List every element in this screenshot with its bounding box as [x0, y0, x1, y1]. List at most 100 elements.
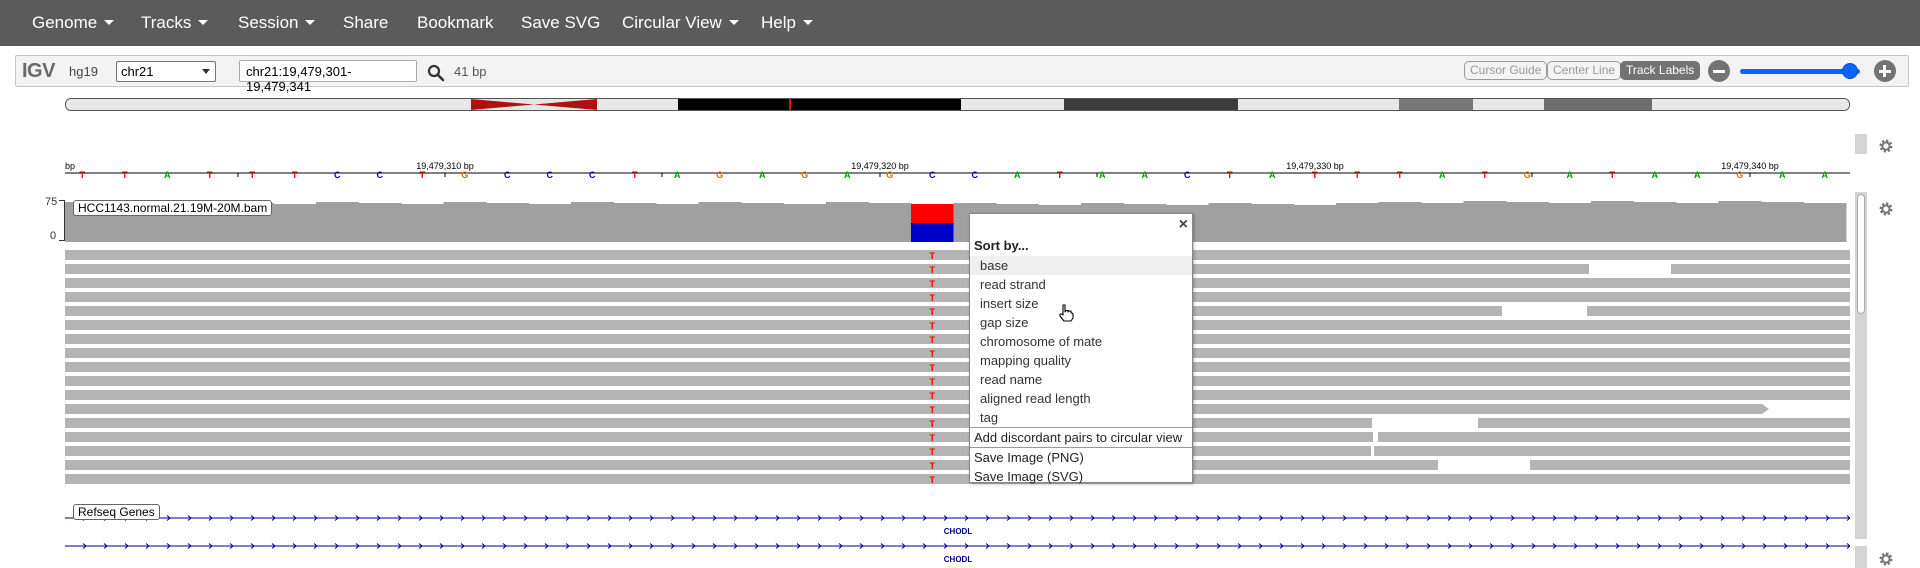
genome-label: hg19 [69, 64, 98, 79]
sequence-base: T [1610, 170, 1616, 180]
mismatch-base: T [930, 265, 936, 275]
sort-option-base[interactable]: base [970, 256, 1192, 275]
igv-browser: IGV hg19 chr21 chr21:19,479,301-19,479,3… [0, 46, 1920, 568]
sequence-base: G [801, 170, 808, 180]
search-icon[interactable] [427, 64, 445, 82]
coverage-bar [316, 202, 359, 242]
mismatch-base: T [930, 447, 936, 457]
sequence-base: T [1057, 170, 1063, 180]
locus-search-input[interactable]: chr21:19,479,301-19,479,341 [239, 60, 417, 94]
sequence-base: A [1099, 170, 1106, 180]
session-menu[interactable]: Session [238, 13, 316, 33]
sort-option-tag[interactable]: tag [970, 408, 1192, 427]
mismatch-base: T [930, 433, 936, 443]
coverage-bar-mismatch [911, 204, 954, 223]
sequence-base: C [547, 170, 554, 180]
sequence-base: G [886, 170, 893, 180]
coverage-bar [486, 203, 529, 242]
zoom-slider-thumb[interactable] [1842, 63, 1859, 79]
mismatch-base: T [930, 251, 936, 261]
chromosome-select[interactable]: chr21 [116, 61, 216, 82]
chevron-down-icon [104, 20, 115, 25]
igv-logo: IGV [22, 60, 55, 82]
chromosome-ideogram[interactable] [65, 98, 1850, 111]
coverage-bar [1336, 203, 1379, 242]
add-discordant-pairs-item[interactable]: Add discordant pairs to circular view [970, 428, 1192, 447]
coverage-bar [1208, 203, 1252, 242]
coverage-bar [1718, 201, 1762, 242]
coverage-bar [1633, 202, 1677, 242]
sequence-base: A [1567, 170, 1574, 180]
coverage-track[interactable] [65, 196, 1850, 242]
help-menu[interactable]: Help [761, 13, 813, 33]
aligned-read [65, 306, 1502, 316]
bookmark-link[interactable]: Bookmark [417, 13, 494, 33]
sort-option-insert-size[interactable]: insert size [970, 294, 1192, 313]
save-image-png-item[interactable]: Save Image (PNG) [970, 448, 1192, 467]
save-image-svg-item[interactable]: Save Image (SVG) [970, 467, 1192, 486]
sort-option-read-strand[interactable]: read strand [970, 275, 1192, 294]
gene-label: CHODL [944, 527, 973, 536]
tracks-menu[interactable]: Tracks [141, 13, 209, 33]
sequence-track: TTATTTCCTGCCCTAGAGAGCCATAACTATTTATGATAAG… [80, 170, 1829, 180]
coverage-bar [1251, 204, 1294, 242]
ideogram-band [678, 99, 961, 110]
close-icon[interactable]: × [1179, 217, 1188, 233]
sort-option-aligned-read-length[interactable]: aligned read length [970, 389, 1192, 408]
share-link[interactable]: Share [343, 13, 388, 33]
aligned-read [65, 348, 1850, 358]
sequence-base: G [716, 170, 723, 180]
track-labels-button[interactable]: Track Labels [1620, 61, 1701, 80]
coverage-bar [1591, 201, 1634, 242]
sequence-base: T [420, 170, 426, 180]
sequence-base: G [1736, 170, 1743, 180]
aligned-read [1671, 264, 1850, 274]
cursor-guide-button[interactable]: Cursor Guide [1464, 61, 1548, 80]
gear-icon[interactable] [1878, 138, 1894, 154]
navigation-bar: IGV hg19 chr21 chr21:19,479,301-19,479,3… [15, 55, 1909, 94]
minus-icon [1713, 70, 1725, 73]
sequence-base: T [1227, 170, 1233, 180]
gear-icon[interactable] [1878, 201, 1894, 217]
sequence-base: A [1652, 170, 1659, 180]
aligned-read [65, 264, 1589, 274]
sequence-base: A [1822, 170, 1829, 180]
ideogram-band [1399, 99, 1473, 110]
ideogram-band [961, 99, 1064, 110]
gear-icon[interactable] [1878, 551, 1894, 567]
sort-option-mapping-quality[interactable]: mapping quality [970, 351, 1192, 370]
alignment-track[interactable]: TTTTTTTTTTTTTTTTT [65, 248, 1850, 498]
zoom-out-button[interactable] [1708, 60, 1730, 82]
sort-option-chromosome-of-mate[interactable]: chromosome of mate [970, 332, 1192, 351]
sequence-base: G [461, 170, 468, 180]
circular-view-menu[interactable]: Circular View [622, 13, 739, 33]
sequence-base: A [1014, 170, 1021, 180]
chromosome-value: chr21 [121, 64, 154, 79]
ideogram-band [1544, 99, 1652, 110]
sequence-base: T [1397, 170, 1403, 180]
coverage-bar [698, 202, 742, 242]
sequence-scroll-rail [1855, 134, 1867, 154]
ideogram-band [66, 99, 471, 110]
sort-option-gap-size[interactable]: gap size [970, 313, 1192, 332]
sequence-base: A [1779, 170, 1786, 180]
center-line-button[interactable]: Center Line [1547, 61, 1622, 80]
coverage-bar [1421, 203, 1464, 242]
sort-option-read-name[interactable]: read name [970, 370, 1192, 389]
sequence-base: A [674, 170, 681, 180]
sequence-base: A [759, 170, 766, 180]
gene-track[interactable]: CHODL CHODL [65, 508, 1850, 568]
save-svg-label: Save SVG [521, 13, 601, 32]
aligned-read [65, 460, 1438, 470]
ideogram-band [1238, 99, 1399, 110]
save-svg-link[interactable]: Save SVG [521, 13, 600, 33]
aligned-read [1478, 418, 1850, 428]
genome-menu[interactable]: Genome [32, 13, 115, 33]
chevron-down-icon [728, 20, 739, 25]
sequence-base: A [1694, 170, 1701, 180]
zoom-in-button[interactable] [1874, 60, 1896, 82]
window-size-label: 41 bp [454, 64, 487, 79]
ideogram-band [1473, 99, 1544, 110]
aligned-read [65, 250, 1850, 260]
alignment-scroll-thumb[interactable] [1857, 194, 1865, 314]
